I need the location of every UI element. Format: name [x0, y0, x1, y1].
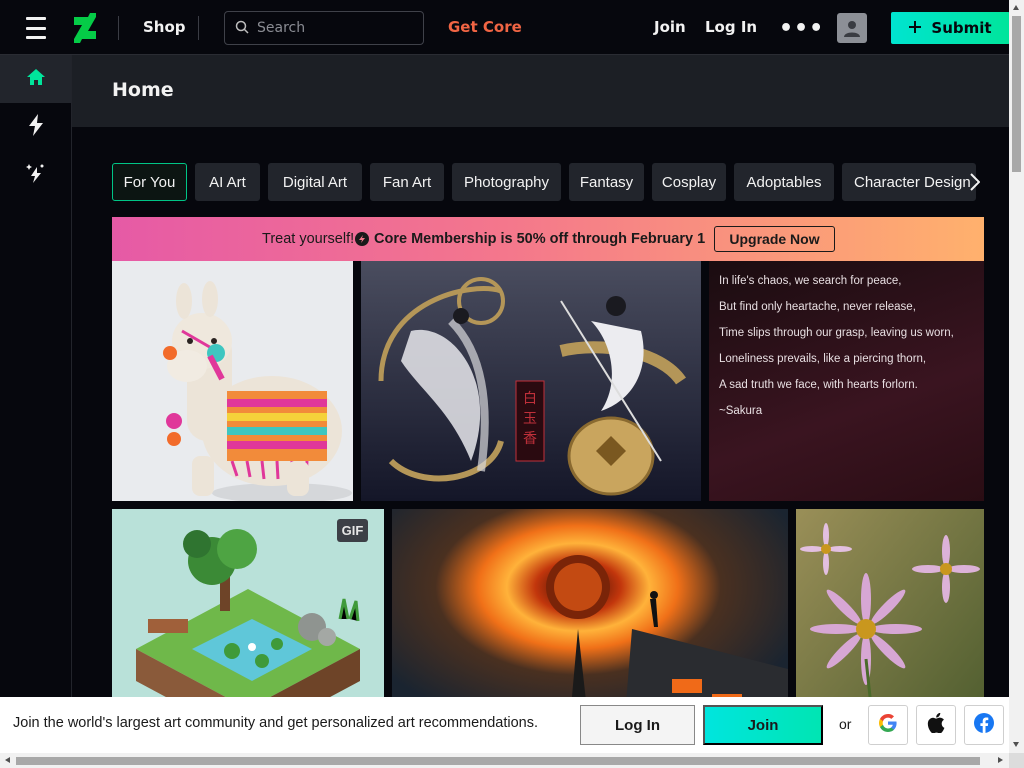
page-title: Home [112, 79, 174, 101]
svg-text:香: 香 [523, 431, 537, 447]
apple-icon [927, 712, 945, 737]
sidebar-item-home[interactable] [0, 55, 71, 103]
poem-line: Time slips through our grasp, leaving us… [719, 327, 954, 339]
promo-banner: Treat yourself! Core Membership is 50% o… [112, 217, 984, 261]
promo-offer: Core Membership is 50% off through Febru… [374, 231, 706, 247]
menu-icon[interactable] [24, 16, 48, 40]
divider [198, 16, 199, 40]
login-link[interactable]: Log In [705, 18, 757, 36]
tab-ai-art[interactable]: AI Art [195, 163, 260, 201]
scroll-down-arrow-icon[interactable] [1013, 742, 1019, 747]
tab-photography[interactable]: Photography [452, 163, 561, 201]
tab-digital-art[interactable]: Digital Art [268, 163, 362, 201]
sidebar [0, 55, 72, 768]
facebook-login-button[interactable] [964, 705, 1004, 745]
get-core-link[interactable]: Get Core [448, 18, 522, 36]
facebook-icon [974, 713, 994, 737]
sparkle-icon [25, 162, 47, 188]
deviantart-logo-icon[interactable] [74, 13, 96, 43]
artwork-llama[interactable] [112, 261, 353, 501]
submit-button[interactable]: Submit [891, 12, 1010, 44]
vertical-scroll-thumb[interactable] [1012, 16, 1021, 172]
shop-link[interactable]: Shop [143, 18, 186, 36]
or-separator: or [839, 716, 852, 732]
vertical-scrollbar[interactable] [1009, 0, 1024, 753]
scroll-right-arrow-icon[interactable] [998, 757, 1003, 763]
scroll-left-arrow-icon[interactable] [5, 757, 10, 763]
submit-label: Submit [931, 19, 992, 37]
core-icon [355, 232, 369, 249]
svg-text:玉: 玉 [523, 411, 537, 427]
more-options-icon[interactable]: ••• [779, 16, 824, 41]
sidebar-item-watch[interactable] [0, 103, 71, 151]
google-login-button[interactable] [868, 705, 908, 745]
poem-line: A sad truth we face, with hearts forlorn… [719, 379, 918, 391]
chevron-right-icon[interactable] [966, 171, 984, 193]
poem-line: ~Sakura [719, 405, 763, 417]
artwork-figures[interactable]: 白 玉 香 [361, 261, 701, 501]
avatar-icon[interactable] [837, 13, 867, 43]
join-banner-text: Join the world's largest art community a… [13, 715, 539, 731]
search-input[interactable] [257, 20, 407, 36]
category-tabs: For You AI Art Digital Art Fan Art Photo… [112, 163, 976, 201]
tab-character-design[interactable]: Character Design [842, 163, 976, 201]
scroll-up-arrow-icon[interactable] [1013, 5, 1019, 10]
join-link[interactable]: Join [654, 18, 686, 36]
horizontal-scroll-thumb[interactable] [16, 757, 980, 765]
join-button[interactable]: Join [703, 705, 823, 745]
poem-line: But find only heartache, never release, [719, 301, 916, 313]
apple-login-button[interactable] [916, 705, 956, 745]
artwork-poem[interactable]: In life's chaos, we search for peace, Bu… [709, 261, 984, 501]
tab-for-you[interactable]: For You [112, 163, 187, 201]
sidebar-item-core[interactable] [0, 151, 71, 199]
gif-badge: GIF [337, 519, 368, 542]
tab-fantasy[interactable]: Fantasy [569, 163, 644, 201]
lightning-icon [28, 114, 44, 140]
join-banner: Join the world's largest art community a… [0, 697, 1009, 753]
promo-text: Treat yourself! [262, 231, 355, 247]
scrollbar-corner [1009, 753, 1024, 768]
horizontal-scrollbar[interactable] [0, 753, 1009, 768]
poem-line: Loneliness prevails, like a piercing tho… [719, 353, 927, 365]
tab-fan-art[interactable]: Fan Art [370, 163, 444, 201]
tab-adoptables[interactable]: Adoptables [734, 163, 834, 201]
svg-text:白: 白 [523, 391, 537, 407]
upgrade-now-button[interactable]: Upgrade Now [714, 226, 835, 252]
google-icon [878, 713, 898, 737]
search-icon [235, 19, 249, 38]
plus-icon [909, 19, 922, 37]
page-header: Home [72, 55, 1009, 127]
search-box[interactable] [224, 11, 424, 45]
top-navigation-bar: Shop Get Core Join Log In ••• Submit [0, 0, 1010, 55]
poem-line: In life's chaos, we search for peace, [719, 275, 902, 287]
divider [118, 16, 119, 40]
home-icon [26, 67, 46, 91]
login-button[interactable]: Log In [580, 705, 695, 745]
tab-cosplay[interactable]: Cosplay [652, 163, 726, 201]
